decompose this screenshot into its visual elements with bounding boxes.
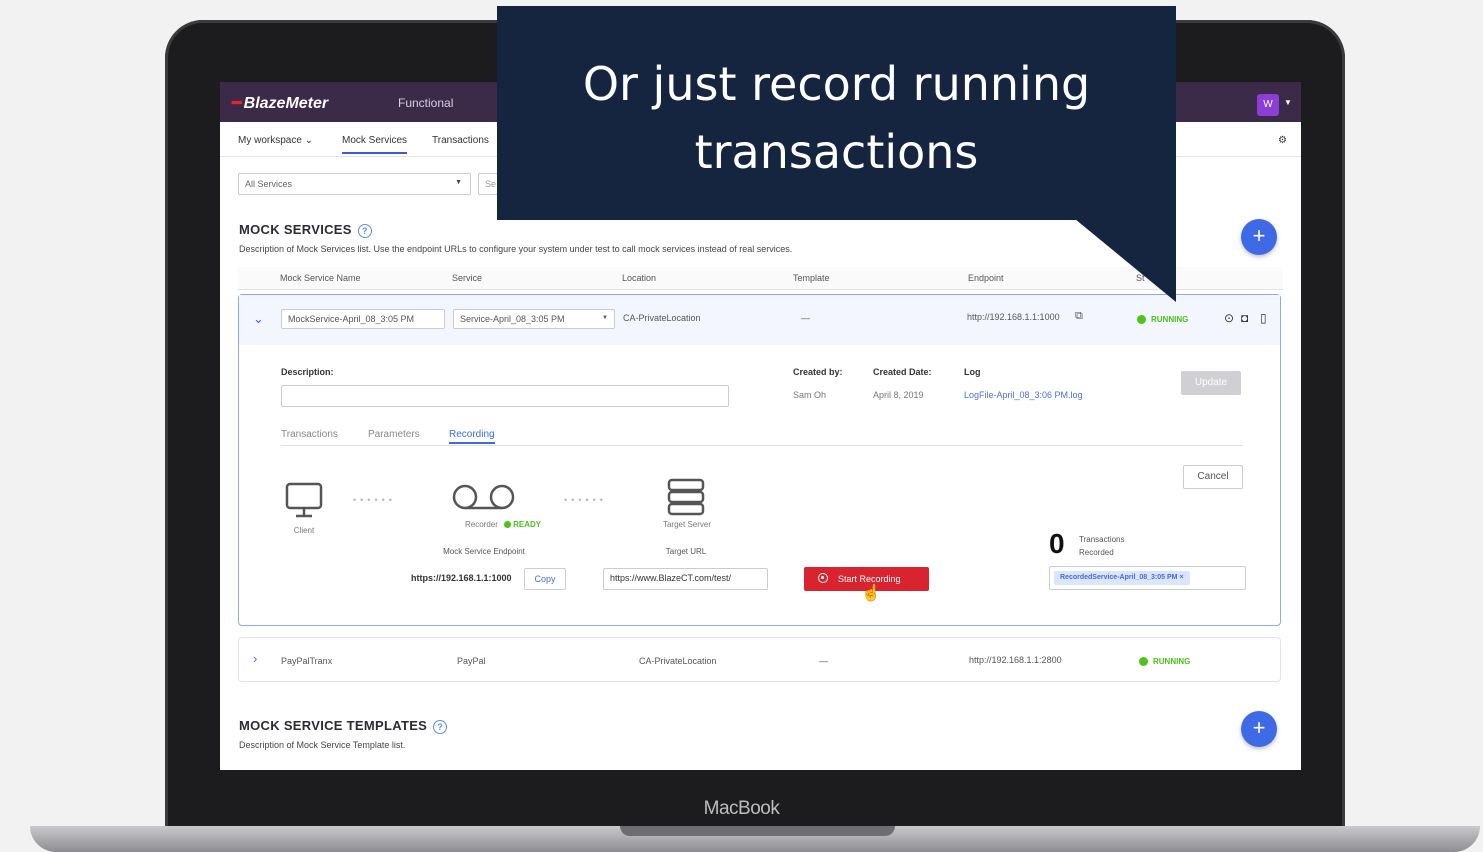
client-label: Client [293,526,315,535]
trash-icon[interactable]: ▯ [1260,311,1267,325]
add-mock-service-button[interactable]: + [1241,219,1277,255]
service-select[interactable]: Service-April_08_3:05 PM ▼ [453,309,615,329]
recorded-chip[interactable]: RecordedService-April_08_3:05 PM × [1054,571,1190,585]
created-by-value: Sam Oh [793,390,827,400]
record-icon[interactable]: ⊙ [1224,311,1234,325]
tab-transactions[interactable]: Transactions [432,135,489,146]
column-header: Service [452,273,483,283]
server-icon [667,478,705,516]
tab-parameters[interactable]: Parameters [368,429,420,440]
log-file-link[interactable]: LogFile-April_08_3:06 PM.log [964,390,1083,400]
copy-icon[interactable]: ⧉ [1075,310,1083,323]
location-cell: CA-PrivateLocation [623,313,701,323]
table-row[interactable]: › PayPalTranx PayPal CA-PrivateLocation … [238,637,1281,682]
endpoint-cell: http://192.168.1.1:1000 [967,312,1060,322]
mock-name-field[interactable]: MockService-April_08_3:05 PM [281,309,445,329]
created-by-label: Created by: [793,367,843,377]
chevron-down-icon[interactable]: ▼ [1284,98,1292,107]
recorder-icon [452,484,515,510]
copy-button[interactable]: Copy [524,568,566,590]
status-dot [504,521,512,529]
service-cell: PayPal [457,656,486,666]
callout-line-2: transactions [694,125,979,179]
column-header: Mock Service Name [280,273,361,283]
table-row-expanded: ⌄ MockService-April_08_3:05 PM Service-A… [238,294,1281,626]
services-filter[interactable]: All Services ▼ [238,173,471,195]
app-logo[interactable]: ━ BlazeMeter [232,93,328,113]
column-header: Template [793,273,830,283]
workspace-dropdown[interactable]: My workspace ⌄ [238,135,313,146]
created-date-value: April 8, 2019 [873,390,924,400]
hand-cursor-icon: ☝ [861,585,881,602]
gear-icon[interactable]: ⚙ [1278,135,1287,146]
created-date-label: Created Date: [873,367,932,377]
tab-transactions[interactable]: Transactions [281,429,338,440]
cancel-button[interactable]: Cancel [1183,465,1243,489]
recorder-label: Recorder READY [465,520,542,529]
status-dot [1139,657,1148,667]
tab-divider [281,445,1243,446]
record-icon [818,573,828,583]
help-icon[interactable]: ? [433,719,448,734]
camera-icon[interactable]: ◘ [1241,311,1248,325]
flow-dots: •••••• [564,495,607,505]
location-cell: CA-PrivateLocation [639,656,717,666]
laptop-notch [620,826,895,836]
monitor-icon [285,482,323,518]
tab-recording[interactable]: Recording [449,429,495,444]
chevron-right-icon[interactable]: › [253,651,257,666]
device-label: MacBook [703,798,780,819]
transactions-count: 0 [1049,528,1065,559]
chevron-down-icon[interactable]: ⌄ [253,311,264,327]
update-button[interactable]: Update [1181,371,1241,395]
recorded-service-field[interactable]: RecordedService-April_08_3:05 PM × [1049,566,1246,590]
endpoint-cell: http://192.168.1.1:2800 [969,655,1062,665]
callout-box: Or just record running transactions [497,6,1176,220]
section-title: MOCK SERVICES? [239,222,372,238]
endpoint-label: Mock Service Endpoint [443,547,525,556]
section-description: Description of Mock Services list. Use t… [239,244,793,254]
template-cell: — [801,313,810,323]
status-dot [1137,315,1146,325]
callout-line-1: Or just record running [582,57,1091,111]
templates-description: Description of Mock Service Template lis… [239,740,406,750]
transactions-label: Transactions Recorded [1079,535,1125,557]
template-cell: — [819,656,828,666]
description-field[interactable] [281,385,729,407]
target-server-label: Target Server [662,520,712,529]
chevron-down-icon: ▼ [602,315,608,321]
tab-mock-services[interactable]: Mock Services [342,135,408,154]
column-header: Location [622,273,657,283]
help-icon[interactable]: ? [357,223,372,238]
target-url-input[interactable]: https://www.BlazeCT.com/test/ [603,568,768,590]
target-url-label: Target URL [665,547,707,556]
avatar[interactable]: W [1257,94,1279,116]
add-template-button[interactable]: + [1241,711,1277,747]
endpoint-value: https://192.168.1.1:1000 [411,573,512,583]
mock-name-cell: PayPalTranx [281,656,333,666]
callout-tail [1075,219,1176,302]
description-label: Description: [281,367,334,377]
nav-functional[interactable]: Functional [398,96,453,110]
log-label: Log [964,367,981,377]
column-header: Endpoint [968,273,1004,283]
status-badge: RUNNING [1137,314,1188,325]
templates-title: MOCK SERVICE TEMPLATES? [239,718,448,734]
status-badge: RUNNING [1139,656,1190,667]
flow-dots: •••••• [353,495,396,505]
chevron-down-icon: ▼ [455,179,462,186]
